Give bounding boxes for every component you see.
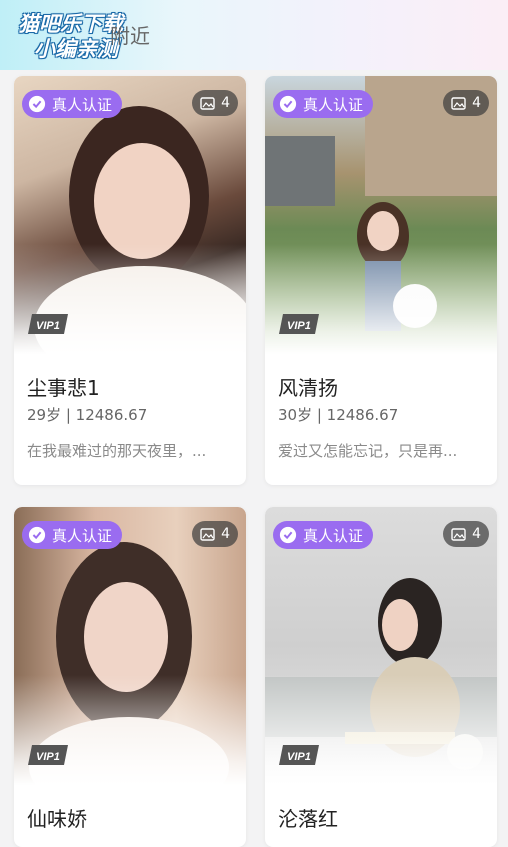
profile-card[interactable]: 真人认证 4 VIP1 仙味娇 <box>14 507 246 847</box>
top-header: 猫吧乐下载 小编亲测 附近 <box>0 0 508 70</box>
image-icon <box>451 527 466 541</box>
photo-count: 4 <box>443 90 489 116</box>
vip-badge-icon: VIP1 <box>28 314 68 334</box>
profile-card[interactable]: 真人认证 4 VIP1 风清扬 30岁 | 12486.67 爱过又怎能忘记，只… <box>265 76 497 485</box>
photo-fade <box>14 675 246 785</box>
profile-name: 仙味娇 <box>27 807 87 831</box>
photo-count-value: 4 <box>472 526 481 542</box>
verified-shield-icon <box>279 526 297 544</box>
verified-label: 真人认证 <box>52 95 113 114</box>
vip-badge-icon: VIP1 <box>279 314 319 334</box>
vip-badge-icon: VIP1 <box>28 745 68 765</box>
profile-bio: 爱过又怎能忘记，只是再... <box>278 442 458 460</box>
verified-label: 真人认证 <box>303 526 364 545</box>
verified-badge: 真人认证 <box>273 90 374 118</box>
watermark-line1: 猫吧乐下载 <box>18 12 123 36</box>
profile-card[interactable]: 真人认证 4 VIP1 沦落红 <box>265 507 497 847</box>
verified-shield-icon <box>28 526 46 544</box>
image-icon <box>200 96 215 110</box>
verified-shield-icon <box>279 95 297 113</box>
profile-photo[interactable]: 真人认证 4 VIP1 <box>265 76 497 354</box>
image-icon <box>200 527 215 541</box>
profile-meta: 30岁 | 12486.67 <box>278 406 399 424</box>
vip-label: VIP1 <box>287 320 311 332</box>
photo-count-value: 4 <box>221 526 230 542</box>
verified-badge: 真人认证 <box>22 521 123 549</box>
photo-count-value: 4 <box>221 95 230 111</box>
verified-label: 真人认证 <box>303 95 364 114</box>
photo-count: 4 <box>192 90 238 116</box>
photo-fade <box>265 675 497 785</box>
photo-count: 4 <box>443 521 489 547</box>
photo-fade <box>265 244 497 354</box>
photo-count-value: 4 <box>472 95 481 111</box>
vip-label: VIP1 <box>36 320 60 332</box>
profile-photo[interactable]: 真人认证 4 VIP1 <box>14 507 246 785</box>
profile-photo[interactable]: 真人认证 4 VIP1 <box>14 76 246 354</box>
verified-label: 真人认证 <box>52 526 113 545</box>
vip-badge-icon: VIP1 <box>279 745 319 765</box>
profile-name: 尘事悲1 <box>27 376 100 400</box>
tab-nearby[interactable]: 附近 <box>110 20 150 49</box>
profile-name: 沦落红 <box>278 807 338 831</box>
image-icon <box>451 96 466 110</box>
profile-meta: 29岁 | 12486.67 <box>27 406 148 424</box>
profile-bio: 在我最难过的那天夜里，... <box>27 442 207 460</box>
vip-label: VIP1 <box>287 751 311 763</box>
photo-count: 4 <box>192 521 238 547</box>
photo-fade <box>14 244 246 354</box>
vip-label: VIP1 <box>36 751 60 763</box>
verified-badge: 真人认证 <box>22 90 123 118</box>
verified-shield-icon <box>28 95 46 113</box>
verified-badge: 真人认证 <box>273 521 374 549</box>
watermark-line2: 小编亲测 <box>34 37 118 61</box>
profile-name: 风清扬 <box>278 376 338 400</box>
profile-photo[interactable]: 真人认证 4 VIP1 <box>265 507 497 785</box>
profile-card[interactable]: 真人认证 4 VIP1 尘事悲1 29岁 | 12486.67 在我最难过的那天… <box>14 76 246 485</box>
